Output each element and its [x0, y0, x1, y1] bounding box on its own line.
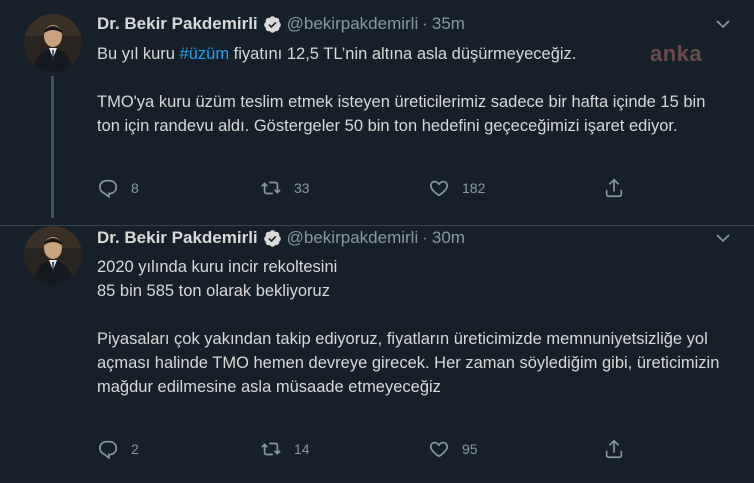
tweet-header: Dr. Bekir Pakdemirli @bekirpakdemirli · … [97, 226, 465, 250]
tweet[interactable]: Dr. Bekir Pakdemirli @bekirpakdemirli · … [0, 0, 754, 226]
reply-count: 2 [131, 441, 139, 457]
separator-dot: · [422, 228, 428, 247]
tweet-paragraph: Bu yıl kuru #üzüm fiyatını 12,5 TL’nin a… [97, 42, 727, 66]
tweet-timestamp[interactable]: 30m [432, 228, 465, 248]
share-button[interactable] [603, 177, 637, 199]
retweet-icon [261, 442, 281, 456]
avatar[interactable] [24, 14, 82, 72]
verified-icon [263, 229, 282, 248]
caret-down-icon[interactable] [714, 15, 732, 33]
like-button[interactable]: 95 [428, 438, 478, 460]
text-segment: fiyatını 12,5 TL’nin altına asla düşürme… [229, 45, 577, 63]
tweet-actions: 8 33 182 [97, 177, 637, 201]
tweet[interactable]: Dr. Bekir Pakdemirli @bekirpakdemirli · … [0, 226, 754, 483]
tweet-text: Bu yıl kuru #üzüm fiyatını 12,5 TL’nin a… [97, 42, 727, 138]
reply-count: 8 [131, 180, 139, 196]
tweet-paragraph: Piyasaları çok yakından takip ediyoruz, … [97, 330, 720, 396]
share-icon [605, 178, 623, 198]
tweet-actions: 2 14 95 [97, 438, 637, 462]
text-segment: Bu yıl kuru [97, 45, 180, 63]
like-button[interactable]: 182 [428, 177, 485, 199]
like-icon [429, 441, 449, 458]
separator-dot: · [422, 14, 428, 33]
caret-down-icon[interactable] [714, 229, 732, 247]
retweet-button[interactable]: 33 [260, 177, 310, 199]
timeline: Dr. Bekir Pakdemirli @bekirpakdemirli · … [0, 0, 754, 483]
like-count: 95 [462, 441, 478, 457]
tweet-text: 2020 yılında kuru incir rekoltesini 85 b… [97, 255, 727, 399]
tweet-paragraph: TMO'ya kuru üzüm teslim etmek isteyen ür… [97, 93, 706, 135]
reply-button[interactable]: 8 [97, 177, 139, 199]
share-button[interactable] [603, 438, 637, 460]
retweet-count: 14 [294, 441, 310, 457]
tweet-line: 2020 yılında kuru incir rekoltesini [97, 258, 338, 276]
verified-icon [263, 15, 282, 34]
share-icon [605, 439, 623, 459]
watermark-logo: anka [650, 41, 703, 66]
retweet-icon [261, 181, 281, 195]
retweet-button[interactable]: 14 [260, 438, 310, 460]
author-handle[interactable]: @bekirpakdemirli [287, 228, 419, 248]
tweet-line: 85 bin 585 ton olarak bekliyoruz [97, 282, 330, 300]
avatar[interactable] [24, 226, 82, 284]
author-name[interactable]: Dr. Bekir Pakdemirli [97, 228, 258, 248]
thread-line [51, 76, 54, 218]
like-count: 182 [462, 180, 486, 196]
reply-icon [99, 179, 118, 199]
like-icon [429, 180, 449, 197]
retweet-count: 33 [294, 180, 310, 196]
tweet-timestamp[interactable]: 35m [432, 14, 465, 34]
author-handle[interactable]: @bekirpakdemirli [287, 14, 419, 34]
hashtag-link[interactable]: #üzüm [180, 45, 230, 63]
reply-button[interactable]: 2 [97, 438, 139, 460]
tweet-header: Dr. Bekir Pakdemirli @bekirpakdemirli · … [97, 12, 465, 36]
author-name[interactable]: Dr. Bekir Pakdemirli [97, 14, 258, 34]
reply-icon [99, 440, 118, 460]
